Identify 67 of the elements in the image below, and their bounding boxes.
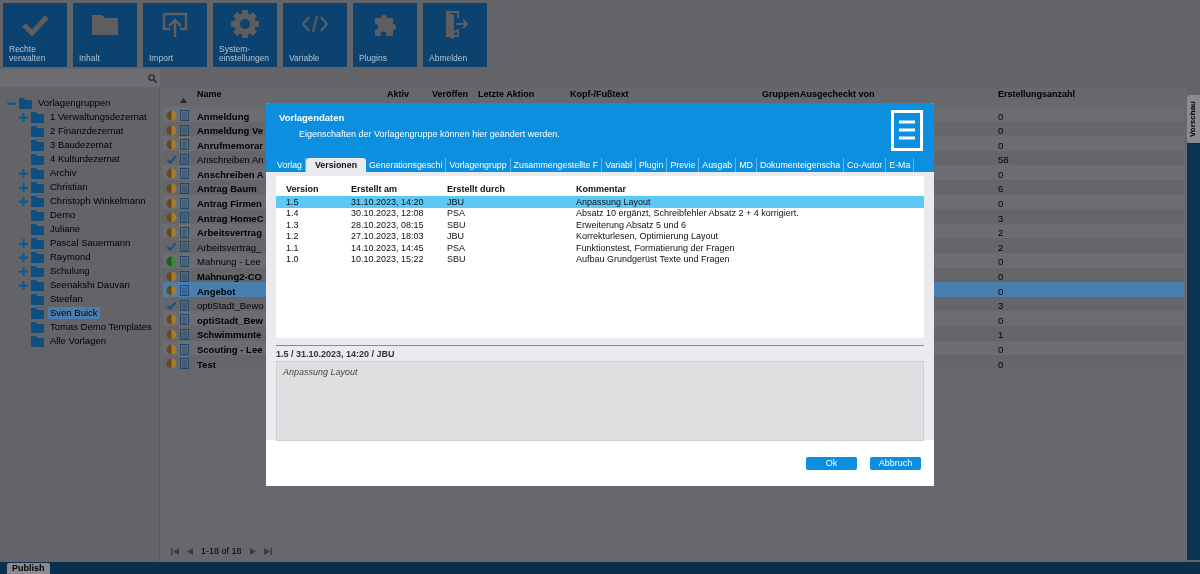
table-cell: Antrag Firmen	[197, 198, 262, 210]
table-cell: Mahnung2-CO	[197, 271, 262, 283]
table-cell: 3	[998, 300, 1004, 312]
table-cell: optiStadt_Bew	[197, 314, 263, 326]
table-cell-text: SBU	[447, 254, 467, 265]
table-cell-text: 1.1	[286, 242, 300, 253]
dialog-subtitle: Eigenschaften der Vorlagengruppe können hier geändert werden.	[299, 129, 561, 139]
table-cell: Anmeldung Ve	[197, 125, 263, 137]
table-cell: 0	[998, 285, 1004, 297]
page-info: 1-18 of 18	[201, 546, 242, 556]
table-cell: 6	[998, 183, 1004, 195]
table-cell-text: 1.4	[286, 208, 300, 219]
table-cell: Mahnung - Lee	[197, 256, 261, 268]
table-cell: 0	[998, 256, 1004, 268]
table-cell-text: Korrekturlesen, Optimierung Layout	[576, 231, 720, 242]
table-cell: 3	[998, 212, 1004, 224]
table-cell: Scouting - Lee	[197, 344, 263, 355]
table-cell-text: JBU	[447, 231, 465, 242]
dialog-title: Vorlagendaten	[279, 112, 346, 123]
table-cell-text: 14.10.2023, 14:45	[351, 242, 425, 253]
table-cell-text: 1.2	[286, 231, 300, 242]
table-cell-text: JBU	[447, 196, 465, 207]
table-cell-text: 10.10.2023, 15:22	[351, 254, 425, 265]
table-cell-text: 1.0	[286, 254, 300, 265]
table-cell: Antrag HomeC	[197, 212, 264, 224]
table-cell: 1	[998, 329, 1004, 341]
table-cell-text: 1.3	[286, 219, 300, 230]
table-cell: Angebot	[197, 285, 236, 297]
table-cell: 0	[998, 314, 1004, 326]
table-cell-text: Erweiterung Absatz 5 und 6	[576, 219, 688, 230]
column-header: Kommentar	[576, 184, 627, 194]
table-cell-text: Aufbau Grundgerüst Texte und Fragen	[576, 254, 731, 265]
column-header: Erstellt am	[351, 184, 399, 194]
table-cell-text: 30.10.2023, 12:08	[351, 208, 425, 219]
table-cell: 0	[998, 271, 1004, 283]
table-cell-text: PSA	[447, 208, 466, 219]
table-cell-text: Absatz 10 ergänzt, Schreibfehler Absatz 2 + 4 korrigiert.	[576, 208, 800, 219]
table-cell: Arbeitsvertrag	[197, 227, 262, 239]
table-cell: Antrag Baum	[197, 183, 257, 195]
table-cell: Schwimmunte	[197, 329, 262, 341]
table-cell-text: Anpassung Layout	[576, 196, 652, 207]
table-cell: Anschreiben An	[197, 154, 264, 166]
table-cell: Test	[197, 358, 216, 370]
table-cell: 0	[998, 358, 1004, 370]
table-cell: 0	[998, 344, 1004, 355]
table-cell: Arbeitsvertrag_	[197, 241, 262, 253]
table-cell: optiStadt_Bewo	[197, 300, 264, 312]
table-cell: 58	[998, 154, 1009, 166]
table-cell: 0	[998, 168, 1004, 180]
table-cell-text: 1.5	[286, 196, 300, 207]
table-cell-text: 31.10.2023, 14:20	[351, 196, 425, 207]
table-cell-text: SBU	[447, 219, 467, 230]
table-cell: 2	[998, 227, 1004, 239]
table-cell-text: 28.10.2023, 08:15	[351, 219, 425, 230]
table-cell: Anschreiben A	[197, 168, 264, 180]
table-cell: Anrufmemorar	[197, 139, 263, 151]
column-header: Version	[286, 184, 320, 194]
table-cell: Anmeldung	[197, 110, 250, 122]
table-cell: 0	[998, 110, 1004, 122]
table-cell-text: Funktionstest, Formatierung der Fragen	[576, 242, 736, 253]
table-cell: 0	[998, 139, 1004, 151]
table-cell-text: 27.10.2023, 18:03	[351, 231, 425, 242]
table-cell: 0	[998, 198, 1004, 210]
column-header: Erstellt durch	[447, 184, 506, 194]
table-cell: 2	[998, 241, 1004, 253]
table-cell: 0	[998, 125, 1004, 137]
table-cell-text: PSA	[447, 242, 466, 253]
